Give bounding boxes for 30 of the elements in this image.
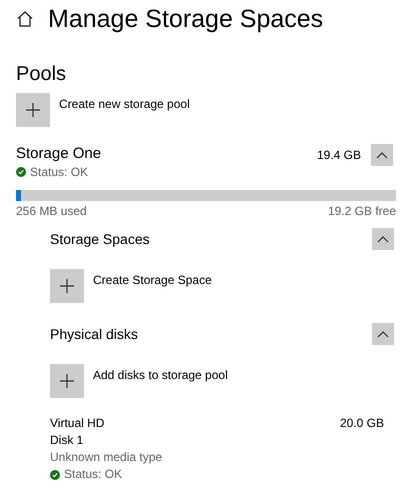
page-title: Manage Storage Spaces <box>48 4 324 34</box>
section-heading: Physical disks <box>50 324 138 344</box>
plus-icon <box>60 374 74 388</box>
add-label: Create new storage pool <box>59 96 190 113</box>
media-type: Unknown media type <box>50 449 164 466</box>
plus-icon <box>26 103 40 117</box>
pool-size: 19.4 GB <box>316 147 361 164</box>
section-heading: Storage Spaces <box>50 230 150 249</box>
add-label: Add disks to storage pool <box>93 367 228 384</box>
status-text: Status: OK <box>30 164 88 181</box>
collapse-button[interactable] <box>371 144 393 166</box>
add-button[interactable] <box>50 269 84 303</box>
pool-name: Storage One <box>16 144 102 164</box>
free-label: 19.2 GB free <box>328 203 396 220</box>
home-icon[interactable] <box>16 10 34 28</box>
add-button[interactable] <box>16 93 50 127</box>
caret-icon <box>377 330 389 338</box>
add-button[interactable] <box>50 364 84 398</box>
section-heading: Pools <box>16 62 68 86</box>
caret-icon <box>377 236 389 242</box>
disk-size: 20.0 GB <box>340 415 384 432</box>
collapse-button[interactable] <box>372 323 394 345</box>
status-text: Status: OK <box>64 466 122 483</box>
plus-icon <box>60 279 74 293</box>
caret-icon <box>376 152 388 158</box>
add-label: Create Storage Space <box>93 272 212 289</box>
used-label: 256 MB used <box>16 203 87 220</box>
disk-name: Virtual HD <box>50 415 104 432</box>
collapse-button[interactable] <box>372 228 394 250</box>
disk-label: Disk 1 <box>50 432 84 449</box>
